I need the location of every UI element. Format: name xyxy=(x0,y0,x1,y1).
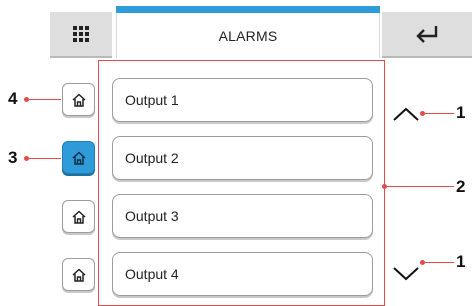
scroll-down-button[interactable] xyxy=(391,264,421,284)
home-button-1[interactable] xyxy=(62,83,95,116)
back-button[interactable] xyxy=(382,12,472,58)
output-label: Output 1 xyxy=(125,92,179,108)
callout-1-up-leader xyxy=(422,113,454,114)
callout-3-dot xyxy=(24,156,29,161)
home-icon xyxy=(71,210,86,224)
output-label: Output 4 xyxy=(125,266,179,282)
callout-2-leader xyxy=(385,186,454,187)
callout-1-down: 1 xyxy=(456,252,466,271)
chevron-down-icon xyxy=(393,267,419,281)
tab-alarms[interactable]: ALARMS xyxy=(116,6,380,58)
menu-button[interactable] xyxy=(50,12,112,58)
home-button-4[interactable] xyxy=(62,258,95,291)
callout-1-up: 1 xyxy=(456,103,466,122)
callout-1-down-dot xyxy=(420,260,425,265)
output-label: Output 3 xyxy=(125,208,179,224)
home-icon xyxy=(71,268,86,282)
callout-2: 2 xyxy=(456,177,466,196)
home-button-2[interactable] xyxy=(62,141,95,174)
enter-return-icon xyxy=(416,26,438,43)
callout-4-leader xyxy=(27,99,61,100)
output-2-button[interactable]: Output 2 xyxy=(112,136,373,180)
callout-3-leader xyxy=(27,158,61,159)
scroll-up-button[interactable] xyxy=(391,104,421,124)
callout-4: 4 xyxy=(8,89,18,108)
page-title: ALARMS xyxy=(218,27,278,44)
output-label: Output 2 xyxy=(125,150,179,166)
callout-4-dot xyxy=(24,97,29,102)
home-button-3[interactable] xyxy=(62,200,95,233)
output-4-button[interactable]: Output 4 xyxy=(112,252,373,296)
output-3-button[interactable]: Output 3 xyxy=(112,194,373,238)
home-icon xyxy=(71,93,86,107)
callout-1-up-dot xyxy=(420,111,425,116)
chevron-up-icon xyxy=(393,107,419,121)
callout-1-down-leader xyxy=(422,262,454,263)
output-1-button[interactable]: Output 1 xyxy=(112,78,373,122)
callout-3: 3 xyxy=(8,148,18,167)
grid-menu-icon xyxy=(73,26,89,42)
home-icon xyxy=(71,151,86,165)
callout-2-dot xyxy=(382,184,387,189)
